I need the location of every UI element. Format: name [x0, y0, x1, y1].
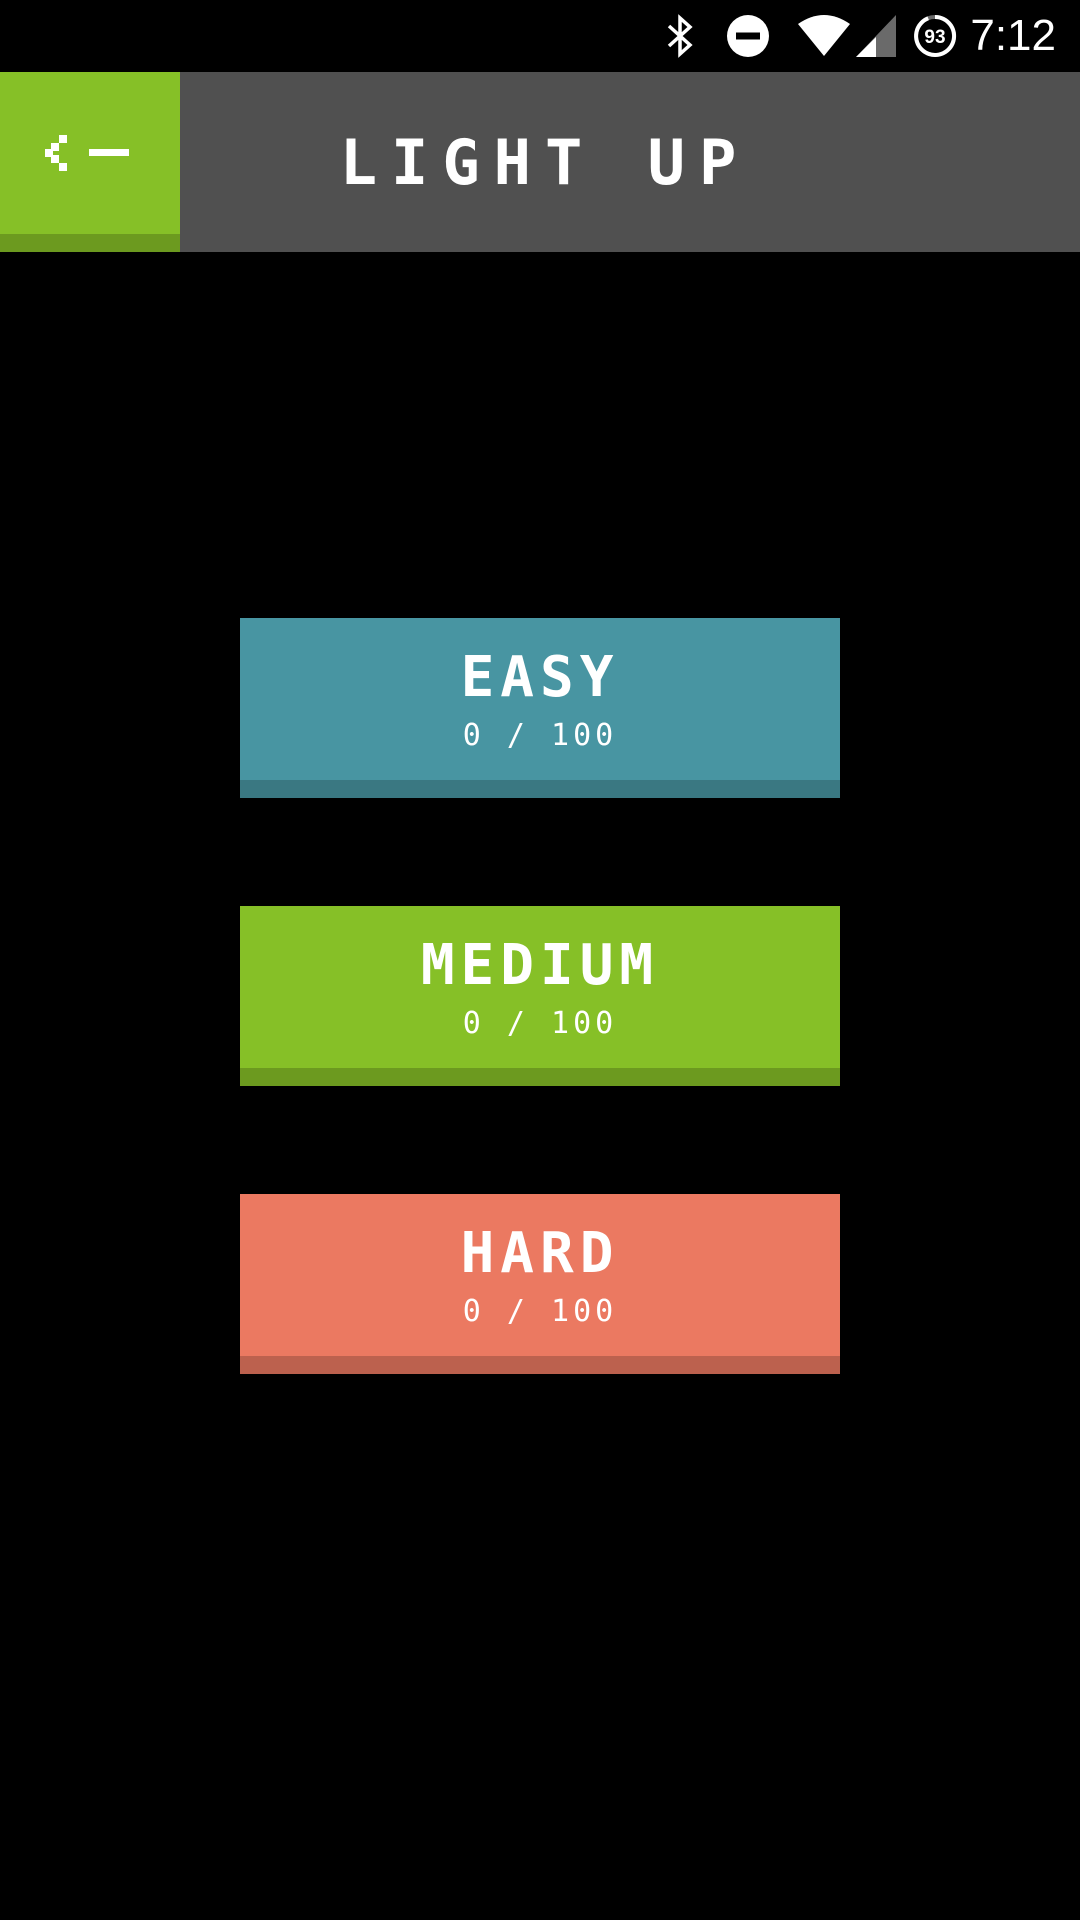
hard-level-label: HARD — [460, 1221, 620, 1286]
easy-level-shade — [240, 780, 840, 798]
status-bar: 93 7:12 — [0, 0, 1080, 72]
back-arrow-icon — [0, 72, 180, 234]
hard-level-shade — [240, 1356, 840, 1374]
app-bar: LIGHT UP — [0, 72, 1080, 252]
back-button-shade — [0, 234, 180, 252]
battery-icon: 93 — [912, 0, 958, 72]
medium-level-progress: 0 / 100 — [462, 1006, 618, 1041]
do-not-disturb-icon — [726, 0, 770, 72]
medium-level-label: MEDIUM — [420, 933, 660, 998]
easy-level-button[interactable]: EASY 0 / 100 — [240, 618, 840, 798]
bluetooth-icon — [660, 0, 700, 72]
easy-level-label: EASY — [460, 645, 620, 710]
hard-level-progress: 0 / 100 — [462, 1294, 618, 1329]
wifi-icon — [796, 0, 852, 72]
easy-level-progress: 0 / 100 — [462, 718, 618, 753]
battery-level-text: 93 — [925, 27, 946, 48]
medium-level-button[interactable]: MEDIUM 0 / 100 — [240, 906, 840, 1086]
medium-level-shade — [240, 1068, 840, 1086]
status-clock: 7:12 — [970, 11, 1056, 60]
page-title: LIGHT UP — [339, 125, 751, 199]
back-button[interactable] — [0, 72, 180, 252]
hard-level-button[interactable]: HARD 0 / 100 — [240, 1194, 840, 1374]
cellular-signal-icon — [856, 0, 897, 72]
status-icons: 93 7:12 — [660, 0, 1080, 72]
